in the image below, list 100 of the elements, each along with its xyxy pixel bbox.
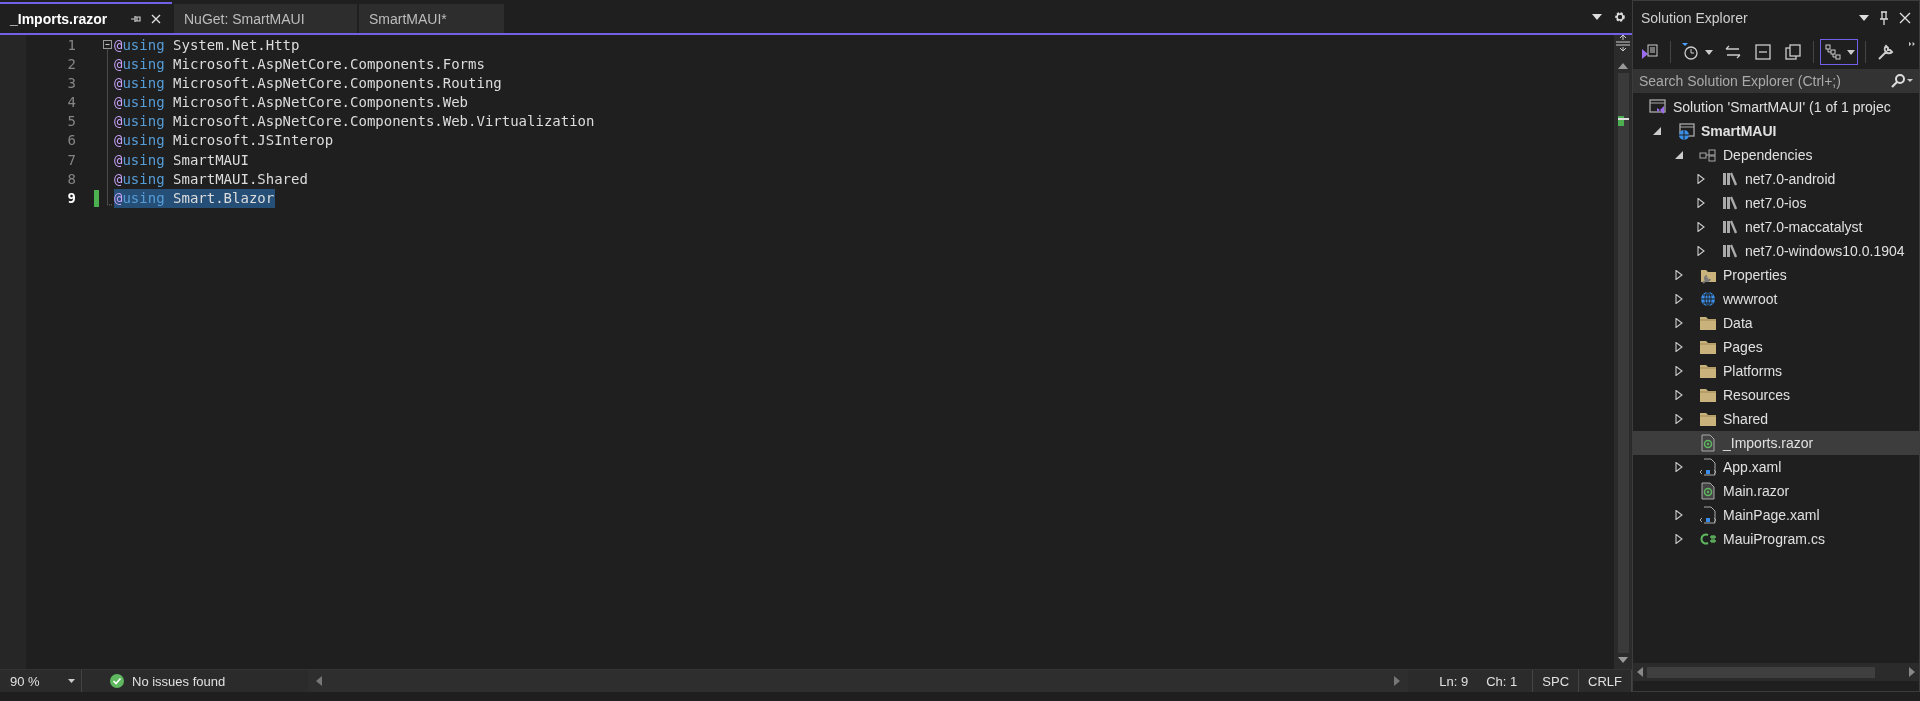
tree-item[interactable]: net7.0-android (1633, 167, 1919, 191)
scroll-up-icon[interactable] (1618, 63, 1628, 69)
collapsed-arrow-icon[interactable] (1674, 462, 1684, 472)
razor-file-icon (1699, 434, 1717, 452)
scroll-right-icon[interactable] (1909, 667, 1915, 677)
tree-item[interactable]: Main.razor (1633, 479, 1919, 503)
collapse-all-icon (1752, 42, 1773, 62)
dropdown-caret-icon[interactable] (1859, 15, 1869, 21)
collapsed-arrow-icon[interactable] (1674, 366, 1684, 376)
collapsed-arrow-icon[interactable] (1674, 390, 1684, 400)
search-field[interactable]: Search Solution Explorer (Ctrl+;) (1633, 69, 1919, 93)
library-icon (1721, 218, 1739, 236)
tree-item[interactable]: Dependencies (1633, 143, 1919, 167)
dropdown-caret-icon (1704, 49, 1713, 55)
dropdown-caret-icon (68, 679, 75, 683)
tree-item[interactable]: App.xaml (1633, 455, 1919, 479)
folder-icon (1699, 362, 1717, 380)
code-line: @using Microsoft.AspNetCore.Components.Web.Virtualization (114, 112, 596, 132)
column-indicator[interactable]: Ch: 1 (1477, 670, 1527, 692)
line-number: 3 (66, 74, 76, 94)
tree-item[interactable]: Shared (1633, 407, 1919, 431)
line-number: 7 (66, 150, 76, 170)
search-icon[interactable] (1891, 74, 1913, 88)
code-line: @using SmartMAUI (114, 150, 250, 170)
line-number: 8 (66, 169, 76, 189)
tree-item[interactable]: Platforms (1633, 359, 1919, 383)
expanded-arrow-icon[interactable] (1674, 150, 1684, 160)
settings-icon[interactable] (1614, 10, 1626, 23)
dropdown-caret-icon (1847, 49, 1856, 55)
tree-item[interactable]: net7.0-windows10.0.1904 (1633, 239, 1919, 263)
code-line: @using Microsoft.AspNetCore.Components.Forms (114, 55, 486, 75)
folder-icon (1699, 314, 1717, 332)
scroll-down-icon[interactable] (1618, 657, 1628, 663)
dropdown-caret-icon[interactable] (1592, 13, 1602, 20)
solution-icon (1649, 98, 1667, 116)
close-icon[interactable] (1899, 12, 1911, 24)
code-line: @using SmartMAUI.Shared (114, 169, 309, 189)
line-number: 4 (66, 93, 76, 113)
tree-item[interactable]: MainPage.xaml (1633, 503, 1919, 527)
toolbar-button[interactable] (1820, 39, 1859, 65)
collapsed-arrow-icon[interactable] (1674, 510, 1684, 520)
folder-icon (1699, 338, 1717, 356)
collapsed-arrow-icon[interactable] (1696, 198, 1706, 208)
expanded-arrow-icon[interactable] (1652, 126, 1662, 136)
check-circle-icon (110, 674, 124, 688)
line-number: 6 (66, 131, 76, 151)
tree-item[interactable]: net7.0-maccatalyst (1633, 215, 1919, 239)
collapsed-arrow-icon[interactable] (1696, 174, 1706, 184)
close-icon[interactable] (150, 12, 162, 25)
tree-item[interactable]: Data (1633, 311, 1919, 335)
library-icon (1721, 170, 1739, 188)
tab[interactable]: SmartMAUI* (359, 4, 504, 33)
whitespace-indicator[interactable]: SPC (1532, 670, 1579, 692)
tree-view-icon (1823, 42, 1844, 62)
xaml-file-icon (1699, 506, 1717, 524)
line-indicator[interactable]: Ln: 9 (1430, 670, 1478, 692)
collapsed-arrow-icon[interactable] (1674, 534, 1684, 544)
horizontal-scrollbar[interactable] (1633, 663, 1919, 681)
tab[interactable]: NuGet: SmartMAUI (174, 4, 357, 33)
tree-item[interactable]: net7.0-ios (1633, 191, 1919, 215)
tree-item[interactable]: _Imports.razor (1633, 431, 1919, 455)
collapsed-arrow-icon[interactable] (1674, 318, 1684, 328)
tree-item[interactable]: Pages (1633, 335, 1919, 359)
tree-item[interactable]: SmartMAUI (1633, 119, 1919, 143)
collapsed-arrow-icon[interactable] (1696, 222, 1706, 232)
collapsed-arrow-icon[interactable] (1696, 246, 1706, 256)
zoom-dropdown[interactable]: 90 % (6, 670, 82, 692)
tree-item[interactable]: wwwroot (1633, 287, 1919, 311)
line-number: 2 (66, 55, 76, 75)
issues-status[interactable]: No issues found (132, 673, 226, 689)
split-icon[interactable] (1616, 35, 1630, 51)
pin-icon[interactable] (1879, 11, 1889, 25)
collapsed-arrow-icon[interactable] (1674, 342, 1684, 352)
overflow-icon[interactable] (1909, 41, 1915, 47)
razor-file-icon (1699, 482, 1717, 500)
library-icon (1721, 242, 1739, 260)
scroll-left-icon[interactable] (1637, 667, 1643, 677)
line-number: 1 (66, 36, 76, 55)
library-icon (1721, 194, 1739, 212)
tree-item[interactable]: Resources (1633, 383, 1919, 407)
copy-icon (1782, 42, 1803, 62)
project-icon (1677, 122, 1695, 140)
home-icon (1640, 42, 1660, 62)
tree-item[interactable]: Solution 'SmartMAUI' (1 of 1 projec (1633, 95, 1919, 119)
scroll-right-icon[interactable] (1394, 676, 1401, 686)
folder-icon (1699, 410, 1717, 428)
folder-icon (1699, 386, 1717, 404)
collapsed-arrow-icon[interactable] (1674, 414, 1684, 424)
collapsed-arrow-icon[interactable] (1674, 270, 1684, 280)
tree-item[interactable]: Properties (1633, 263, 1919, 287)
dependencies-icon (1699, 146, 1717, 164)
code-line: @using Microsoft.JSInterop (114, 131, 335, 151)
scrollbar[interactable] (1617, 73, 1629, 653)
scroll-left-icon[interactable] (316, 676, 322, 686)
collapsed-arrow-icon[interactable] (1674, 294, 1684, 304)
line-number: 9 (66, 188, 76, 208)
code-line: @using System.Net.Http (114, 36, 301, 55)
panel-title: Solution Explorer (1641, 10, 1749, 26)
tree-item[interactable]: MauiProgram.cs (1633, 527, 1919, 551)
line-number: 5 (66, 112, 76, 132)
